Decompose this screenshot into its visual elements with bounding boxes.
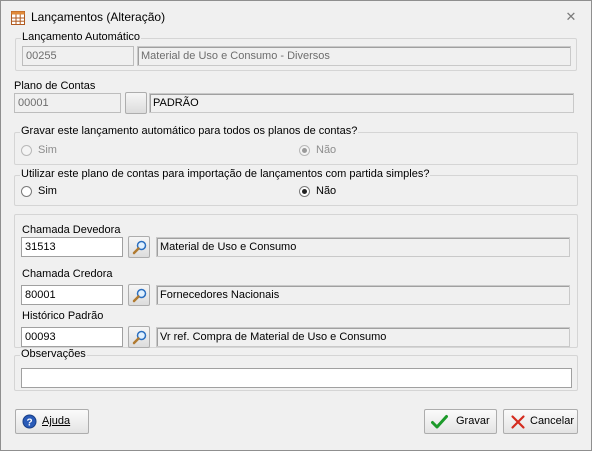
help-button[interactable]: ? Ajuda	[15, 409, 89, 434]
spreadsheet-icon	[10, 10, 26, 26]
gravar-nao-label: Não	[316, 144, 337, 156]
svg-text:?: ?	[26, 417, 32, 428]
plano-de-contas-label: Plano de Contas	[14, 80, 96, 92]
window-title: Lançamentos (Alteração)	[31, 10, 166, 24]
radio-circle-icon	[21, 186, 32, 197]
plano-lookup-button[interactable]	[125, 92, 147, 114]
title-bar[interactable]: Lançamentos (Alteração) ✕	[1, 1, 591, 31]
cancel-x-icon	[510, 414, 526, 433]
plano-code-field: 00001	[14, 93, 121, 113]
magnifier-icon	[132, 240, 147, 255]
chamada-credora-label: Chamada Credora	[22, 268, 113, 280]
save-button[interactable]: Gravar	[424, 409, 497, 434]
plano-description-field: PADRÃO	[149, 93, 574, 113]
utilizar-nao-label: Não	[316, 185, 337, 197]
magnifier-icon	[132, 288, 147, 303]
utilizar-group: Utilizar este plano de contas para impor…	[14, 168, 578, 206]
historico-padrao-search-button[interactable]	[128, 326, 150, 348]
save-button-label: Gravar	[456, 415, 490, 427]
lancamento-code-field: 00255	[22, 46, 134, 66]
chamada-devedora-label: Chamada Devedora	[22, 224, 121, 236]
help-icon: ?	[22, 414, 37, 432]
magnifier-icon	[132, 330, 147, 345]
radio-checked-icon	[299, 186, 310, 197]
lancamento-description-field: Material de Uso e Consumo - Diversos	[137, 46, 571, 66]
radio-checked-icon	[299, 145, 310, 156]
observacoes-input[interactable]	[21, 368, 572, 388]
lancamento-automatico-caption: Lançamento Automático	[21, 31, 142, 43]
chamada-devedora-search-button[interactable]	[128, 236, 150, 258]
gravar-group: Gravar este lançamento automático para t…	[14, 125, 578, 165]
cancel-button-label: Cancelar	[530, 415, 575, 427]
chamada-credora-input[interactable]: 80001	[21, 285, 123, 305]
utilizar-caption: Utilizar este plano de contas para impor…	[20, 168, 431, 180]
observacoes-caption: Observações	[20, 348, 87, 360]
gravar-caption: Gravar este lançamento automático para t…	[20, 125, 359, 137]
chamada-credora-search-button[interactable]	[128, 284, 150, 306]
chamada-devedora-input[interactable]: 31513	[21, 237, 123, 257]
chamada-devedora-description: Material de Uso e Consumo	[156, 237, 570, 257]
checkmark-icon	[431, 414, 448, 433]
gravar-sim-label: Sim	[38, 144, 57, 156]
dialog-window: Lançamentos (Alteração) ✕ Lançamento Aut…	[0, 0, 592, 451]
chamada-credora-description: Fornecedores Nacionais	[156, 285, 570, 305]
help-button-label: Ajuda	[42, 415, 71, 427]
close-icon[interactable]: ✕	[559, 7, 583, 27]
historico-padrao-input[interactable]: 00093	[21, 327, 123, 347]
cancel-button[interactable]: Cancelar	[503, 409, 578, 434]
historico-padrao-label: Histórico Padrão	[22, 310, 104, 322]
historico-padrao-description: Vr ref. Compra de Material de Uso e Cons…	[156, 327, 570, 347]
radio-circle-icon	[21, 145, 32, 156]
utilizar-sim-label: Sim	[38, 185, 57, 197]
